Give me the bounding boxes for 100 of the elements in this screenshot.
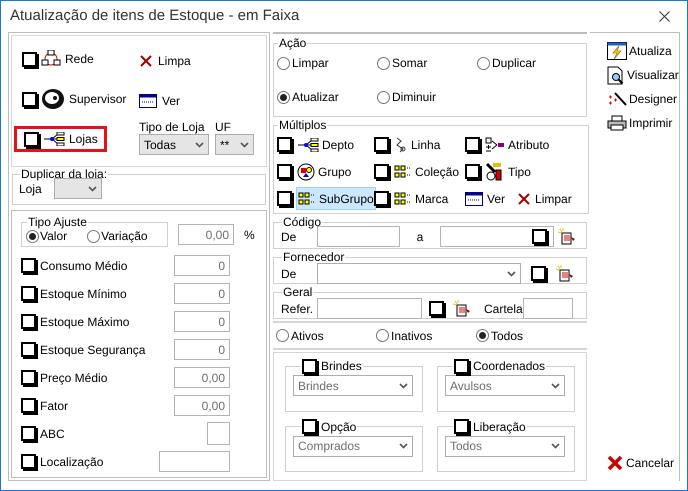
field-label: De	[281, 228, 298, 246]
checkbox[interactable]	[277, 164, 292, 179]
input-field[interactable]	[207, 422, 230, 445]
caret-icon	[88, 186, 97, 192]
field-label: Refer.	[281, 300, 314, 318]
input-field[interactable]	[317, 298, 422, 319]
radio-button[interactable]	[377, 90, 390, 104]
checkbox[interactable]	[277, 137, 292, 152]
checkbox[interactable]	[374, 164, 389, 179]
dropdown[interactable]: Todos	[445, 436, 565, 456]
checkbox[interactable]	[429, 301, 444, 316]
checkbox[interactable]	[24, 132, 39, 146]
input-field[interactable]: 0	[174, 339, 230, 360]
people-icon	[297, 162, 315, 180]
field-label: a	[416, 228, 424, 246]
radio-button[interactable]	[377, 56, 390, 70]
radio-button[interactable]	[276, 329, 289, 342]
input-field[interactable]: 0,00	[174, 367, 230, 388]
clear-link[interactable]: Limpar	[517, 190, 572, 208]
radio-button[interactable]	[277, 90, 290, 104]
field-label: Loja	[19, 180, 42, 198]
field-label: Preço Médio	[40, 370, 108, 386]
checkbox[interactable]	[302, 419, 317, 434]
clear-link[interactable]: Limpa	[139, 48, 254, 74]
radio-button[interactable]	[26, 230, 39, 242]
checkbox[interactable]	[22, 52, 37, 66]
field-label: De	[281, 266, 298, 282]
toolbar-button[interactable]: Designer	[607, 89, 678, 109]
item-label: Grupo	[296, 160, 352, 183]
radio-button[interactable]	[376, 329, 389, 342]
checkbox[interactable]	[277, 191, 292, 206]
checkbox[interactable]	[21, 426, 36, 441]
item-label: Marca	[393, 187, 450, 210]
checkbox[interactable]	[21, 286, 36, 301]
checkbox-label: Rede	[65, 51, 94, 68]
view-link[interactable]: Ver	[465, 190, 506, 208]
group-title: Código	[282, 216, 322, 229]
field-label: Estoque Máximo	[40, 314, 130, 330]
caret-icon	[399, 443, 408, 449]
checkbox[interactable]	[21, 370, 36, 385]
dropdown[interactable]: Todas	[139, 134, 209, 155]
dropdown[interactable]: **	[215, 134, 254, 155]
field-label: Estoque Segurança	[40, 342, 146, 358]
field-label: Estoque Mínimo	[40, 286, 127, 302]
checkbox[interactable]	[531, 266, 546, 281]
cancel-button[interactable]: Cancelar	[607, 453, 674, 473]
grid-dots-icon	[394, 164, 412, 178]
input-field[interactable]	[440, 226, 554, 247]
radio-label: Todos	[491, 328, 524, 344]
radio-button[interactable]	[476, 329, 489, 342]
item-label: Coleção	[393, 160, 460, 183]
input-field[interactable]	[159, 451, 230, 472]
checkbox[interactable]	[454, 419, 469, 434]
printer-icon	[607, 115, 627, 131]
dropdown[interactable]: Brindes	[293, 375, 413, 396]
checkbox[interactable]	[532, 229, 547, 244]
radio-label: Limpar	[292, 55, 329, 72]
checkbox[interactable]	[374, 137, 389, 152]
input-field[interactable]: 0	[174, 311, 230, 332]
radio-label: Ativos	[291, 328, 324, 344]
checkbox[interactable]	[21, 342, 36, 357]
item-label: Atributo	[484, 133, 550, 156]
radio-label: Valor	[40, 228, 68, 245]
toolbar-button[interactable]: Atualiza	[607, 41, 672, 61]
checkbox[interactable]	[21, 454, 36, 469]
input-field[interactable]: 0,00	[174, 395, 230, 416]
radio-button[interactable]	[477, 56, 490, 70]
checkbox[interactable]	[22, 92, 37, 106]
radio-button[interactable]	[87, 230, 100, 242]
unit-label: %	[244, 226, 255, 244]
input-field[interactable]: 0	[174, 255, 230, 276]
input-field[interactable]	[522, 298, 573, 319]
group-title: Múltiplos	[278, 119, 328, 132]
document-search-icon	[607, 66, 625, 84]
group-title: Coordenados	[473, 358, 546, 375]
checkbox[interactable]	[465, 164, 480, 179]
checkbox[interactable]	[21, 398, 36, 413]
caret-icon	[195, 142, 204, 148]
field-label: Cartela	[484, 300, 523, 318]
checkbox[interactable]	[21, 258, 36, 273]
notepad-icon	[453, 300, 471, 318]
tree-icon	[43, 132, 65, 146]
toolbar-button[interactable]: Visualizar	[607, 65, 679, 85]
input-field[interactable]: 0	[174, 283, 230, 304]
checkbox[interactable]	[21, 314, 36, 329]
checkbox[interactable]	[302, 358, 317, 374]
dropdown[interactable]: Avulsos	[445, 375, 565, 396]
radio-button[interactable]	[277, 56, 290, 70]
dropdown[interactable]: Comprados	[293, 436, 413, 456]
checkbox[interactable]	[374, 191, 389, 206]
view-link[interactable]: Ver	[139, 88, 254, 114]
item-label: Tipo	[484, 160, 532, 183]
radio-label: Somar	[392, 55, 428, 72]
field-label: UF	[215, 120, 232, 134]
checkbox[interactable]	[454, 358, 469, 374]
radio-label: Duplicar	[492, 55, 536, 72]
toolbar-button[interactable]: Imprimir	[607, 113, 672, 133]
checkbox[interactable]	[465, 137, 480, 152]
caret-icon	[507, 270, 516, 276]
input-field[interactable]: 0,00	[178, 224, 234, 245]
